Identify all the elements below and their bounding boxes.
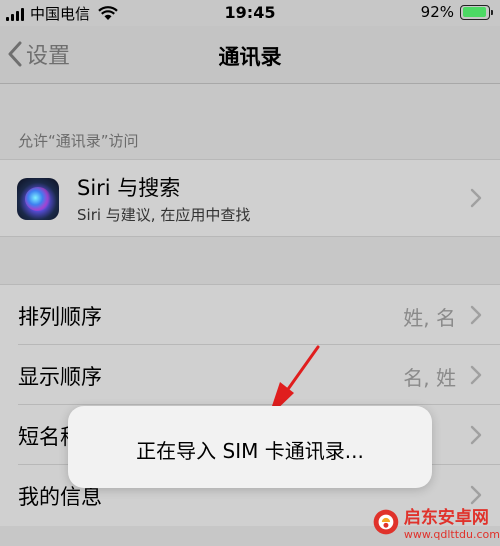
import-toast: 正在导入 SIM 卡通讯录... [68,406,432,488]
battery-icon [460,4,493,20]
chevron-right-icon [470,365,482,385]
list-item-display-order[interactable]: 显示顺序 名, 姓 [0,345,500,405]
status-bar: 中国电信 19:45 92% [0,0,500,26]
siri-icon [17,178,59,220]
chevron-right-icon [470,305,482,325]
watermark: 启东安卓网 www.qdlttdu.com [372,498,500,546]
settings-list: 排列顺序 姓, 名 显示顺序 名, 姓 短名称 我的信息 [0,284,500,526]
list-item-label: 显示顺序 [18,365,102,389]
siri-search-row[interactable]: Siri 与搜索 Siri 与建议, 在应用中查找 [0,159,500,237]
battery-percent: 92% [420,3,454,21]
status-right: 92% [420,3,493,21]
chevron-right-icon [470,188,482,208]
toast-message: 正在导入 SIM 卡通讯录... [136,439,364,463]
navigation-bar: 设置 通讯录 [0,26,500,84]
list-item-label: 排列顺序 [18,305,102,329]
list-item-value: 姓, 名 [403,306,456,330]
list-item-sort-order[interactable]: 排列顺序 姓, 名 [0,285,500,345]
battery-fill [462,7,486,17]
watermark-logo-icon [373,509,399,535]
watermark-name: 启东安卓网 [403,508,489,528]
siri-subtitle: Siri 与建议, 在应用中查找 [77,206,251,224]
section-header: 允许“通讯录”访问 [18,132,139,150]
list-item-value: 名, 姓 [403,366,456,390]
watermark-url: www.qdlttdu.com [403,528,500,541]
chevron-right-icon [470,425,482,445]
page-title: 通讯录 [218,45,282,69]
siri-title: Siri 与搜索 [77,176,181,200]
